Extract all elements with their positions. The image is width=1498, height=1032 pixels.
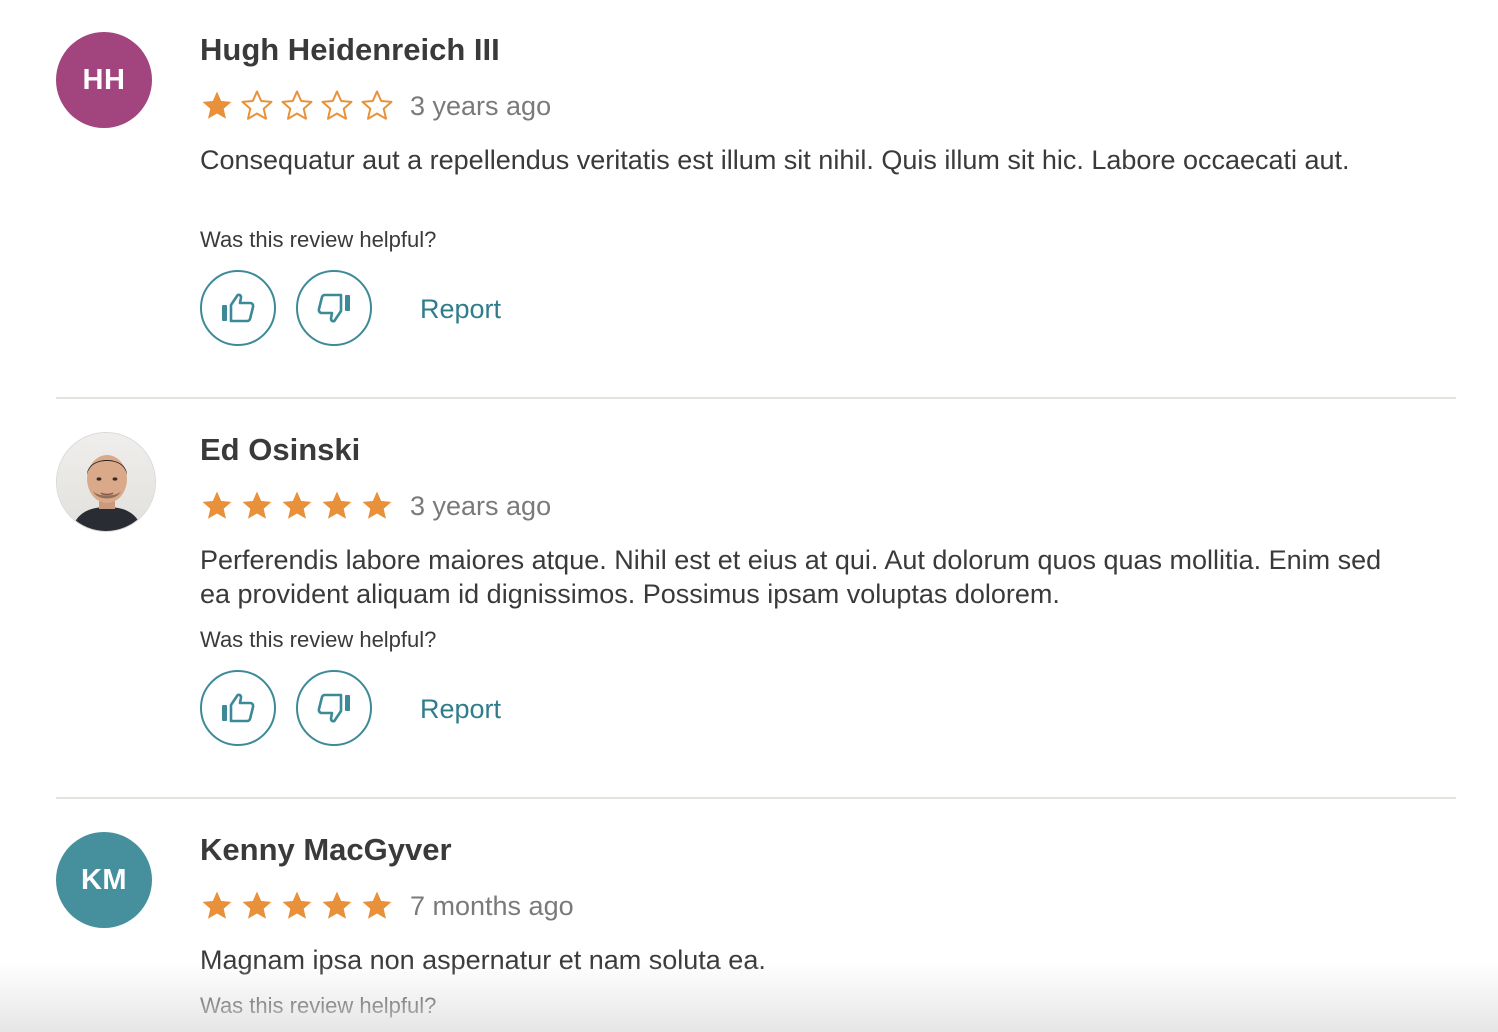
star-filled-icon	[282, 891, 312, 919]
star-filled-icon	[322, 491, 352, 519]
rating-row: 3 years ago	[200, 486, 551, 526]
thumbs-up-button[interactable]	[200, 270, 276, 346]
star-empty-icon	[241, 90, 273, 120]
helpful-prompt: Was this review helpful?	[200, 627, 437, 652]
star-filled-icon	[242, 891, 272, 919]
thumbs-down-button[interactable]	[296, 270, 372, 346]
reviews-page: HH Hugh Heidenreich III 3 years ago Cons…	[0, 0, 1498, 1032]
star-filled-icon	[362, 491, 392, 519]
star-filled-icon	[362, 891, 392, 919]
star-filled-icon	[202, 491, 232, 519]
report-link[interactable]: Report	[420, 294, 501, 325]
star-filled-icon	[282, 491, 312, 519]
star-filled-icon	[242, 491, 272, 519]
star-filled-icon	[202, 891, 232, 919]
thumbs-up-icon	[222, 293, 255, 323]
report-link[interactable]: Report	[420, 694, 501, 725]
thumbs-down-icon	[317, 293, 350, 323]
star-empty-icon	[321, 90, 353, 120]
thumbs-down-button[interactable]	[296, 670, 372, 746]
user-photo-icon	[57, 433, 155, 531]
review-body: Consequatur aut a repellendus veritatis …	[200, 145, 1350, 175]
divider	[56, 397, 1456, 399]
star-filled-icon	[322, 891, 352, 919]
avatar: KM	[56, 832, 152, 928]
rating-row: 7 months ago	[200, 886, 574, 926]
divider	[56, 797, 1456, 799]
star-rating	[200, 89, 400, 123]
helpful-prompt: Was this review helpful?	[200, 227, 437, 252]
star-rating	[200, 889, 400, 923]
star-filled-icon	[202, 91, 232, 119]
thumbs-up-button[interactable]	[200, 670, 276, 746]
review-body: Magnam ipsa non aspernatur et nam soluta…	[200, 945, 766, 975]
thumbs-down-icon	[317, 693, 350, 723]
star-empty-icon	[361, 90, 393, 120]
star-empty-icon	[281, 90, 313, 120]
reviewer-name: Kenny MacGyver	[200, 832, 452, 867]
reviewer-name: Ed Osinski	[200, 432, 361, 467]
helpful-prompt: Was this review helpful?	[200, 993, 437, 1018]
reviewer-name: Hugh Heidenreich III	[200, 32, 500, 67]
review-date: 3 years ago	[410, 90, 552, 121]
star-rating	[200, 489, 400, 523]
avatar: HH	[56, 32, 152, 128]
rating-row: 3 years ago	[200, 86, 551, 126]
avatar	[56, 432, 156, 532]
review-date: 7 months ago	[410, 890, 574, 921]
review-body: Perferendis labore maiores atque. Nihil …	[200, 545, 1382, 609]
thumbs-up-icon	[222, 693, 255, 723]
review-date: 3 years ago	[410, 490, 552, 521]
